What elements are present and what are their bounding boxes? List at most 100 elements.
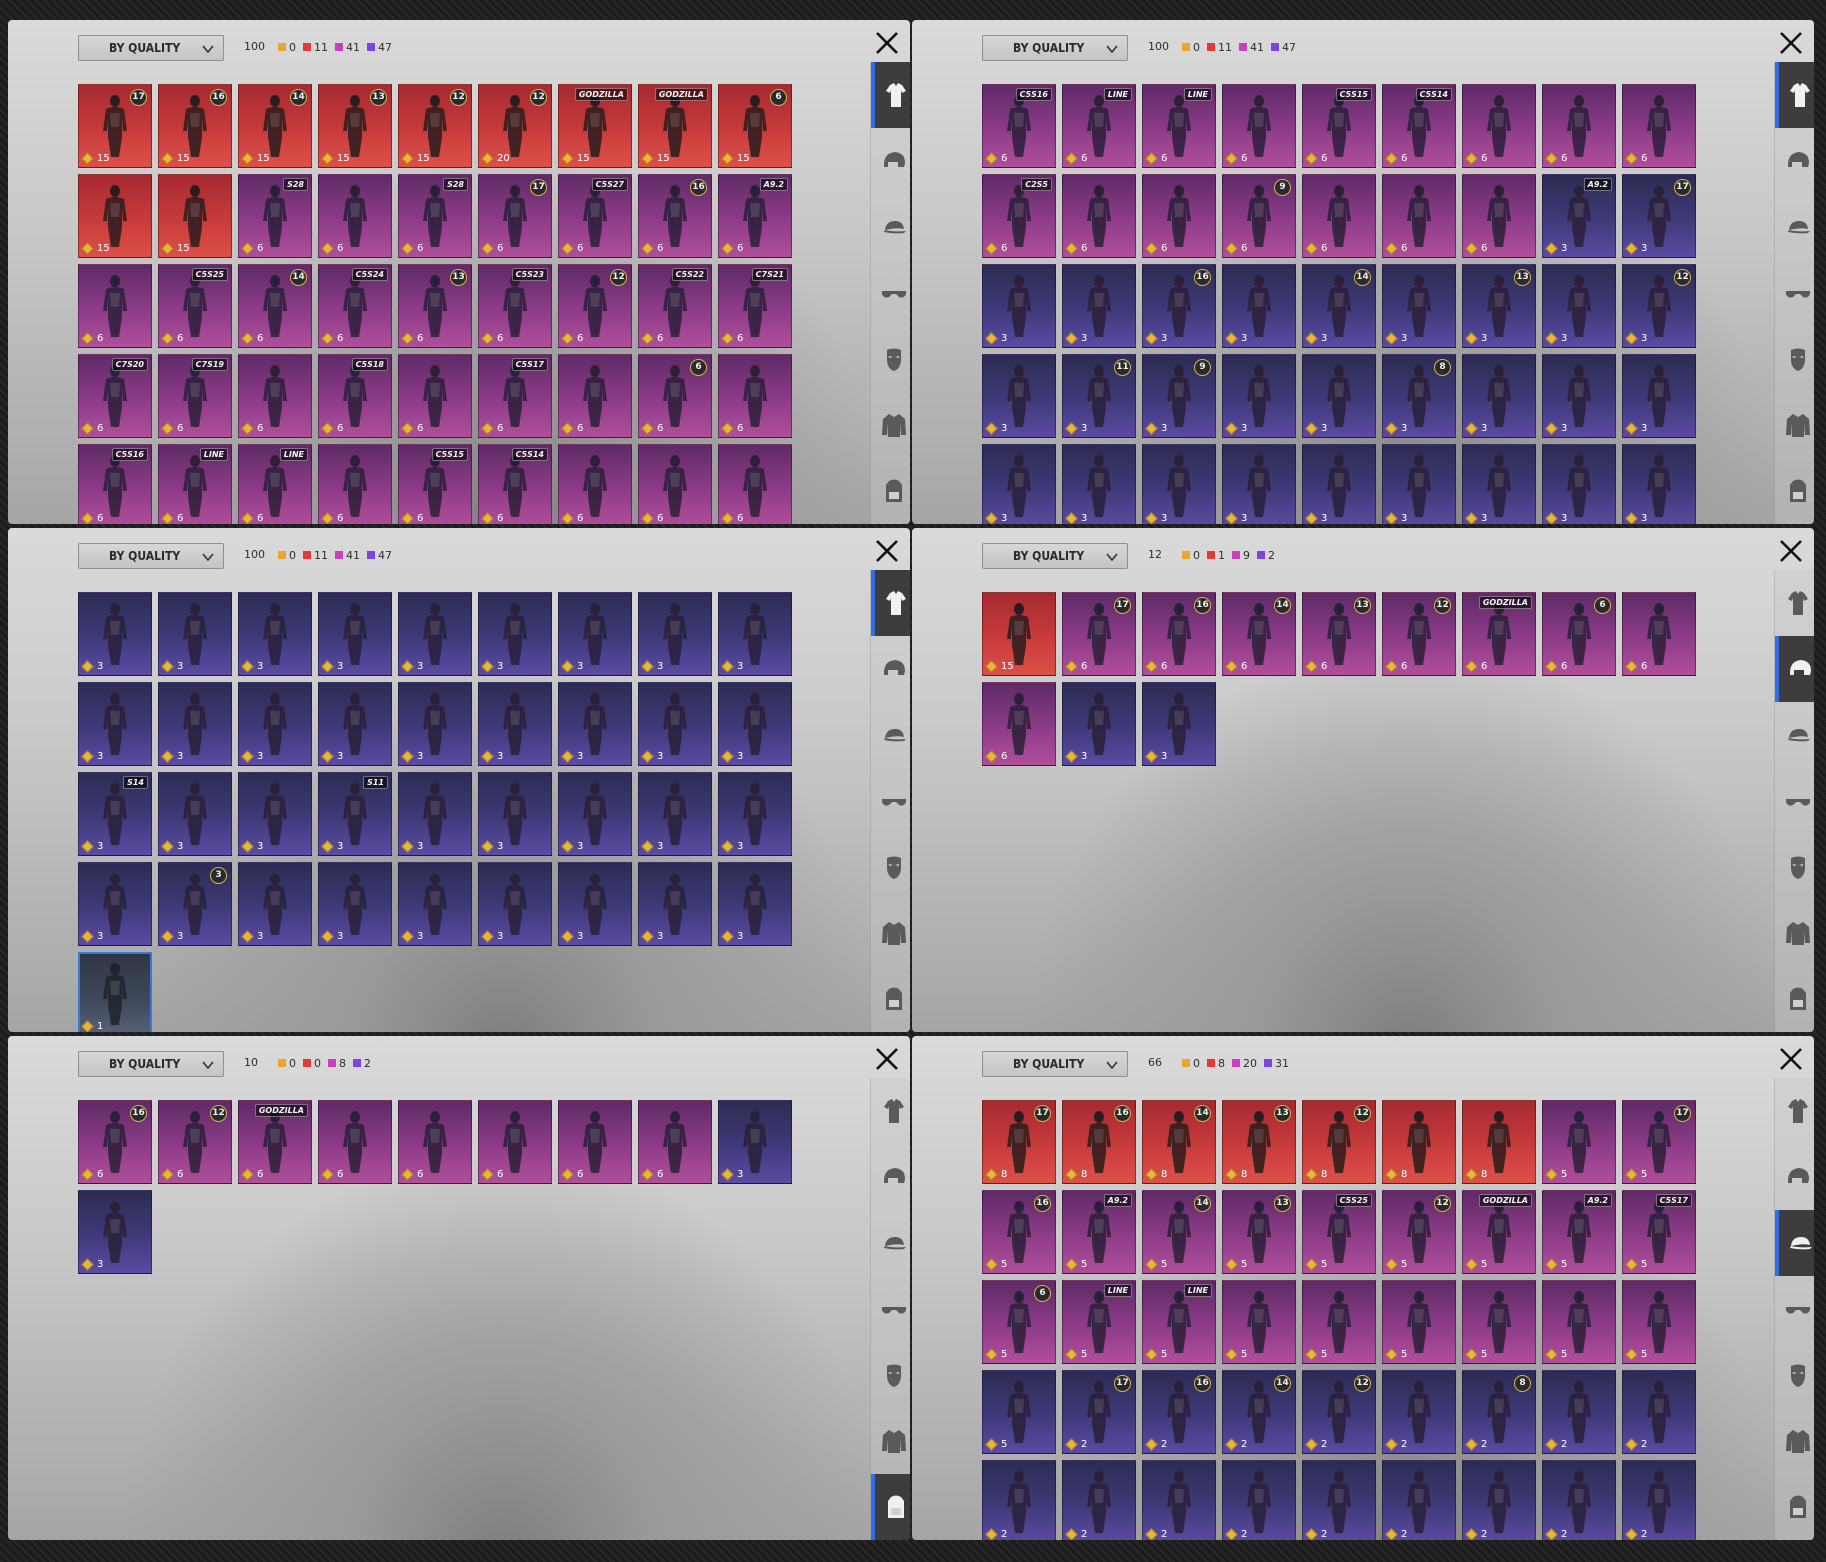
item-card[interactable]: 3	[1222, 264, 1296, 348]
item-card[interactable]: 12 20	[478, 84, 552, 168]
item-card[interactable]: 6 15	[718, 84, 792, 168]
item-card[interactable]: 3	[1622, 444, 1696, 524]
item-card[interactable]: 16 6	[78, 1100, 152, 1184]
item-card[interactable]: 3	[318, 862, 392, 946]
item-card[interactable]: 3	[1462, 444, 1536, 524]
item-card[interactable]: 3	[1622, 354, 1696, 438]
item-card[interactable]: 3	[1462, 354, 1536, 438]
close-button[interactable]	[874, 30, 900, 56]
item-card[interactable]: 14 8	[1142, 1100, 1216, 1184]
item-card[interactable]: 13 3	[1462, 264, 1536, 348]
category-tab[interactable]	[871, 62, 910, 128]
item-card[interactable]: C5S14 6	[478, 444, 552, 524]
item-card[interactable]: 2	[1382, 1460, 1456, 1540]
item-card[interactable]: 14 6	[238, 264, 312, 348]
item-card[interactable]: LINE 6	[238, 444, 312, 524]
item-card[interactable]: C7S19 6	[158, 354, 232, 438]
item-card[interactable]: 83	[1382, 354, 1456, 438]
category-tab[interactable]	[871, 834, 910, 900]
item-card[interactable]: LINE 6	[1062, 84, 1136, 168]
close-button[interactable]	[874, 1046, 900, 1072]
item-card[interactable]: 3	[158, 772, 232, 856]
item-card[interactable]: 17 2	[1062, 1370, 1136, 1454]
item-card[interactable]: LINE 6	[1142, 84, 1216, 168]
category-tab[interactable]	[1775, 1474, 1814, 1540]
item-card[interactable]: 15	[78, 174, 152, 258]
item-card[interactable]: C5S18 6	[318, 354, 392, 438]
item-card[interactable]: C5S17 6	[478, 354, 552, 438]
item-card[interactable]: 3	[238, 772, 312, 856]
item-card[interactable]: C5S16 6	[78, 444, 152, 524]
item-card[interactable]: C5S27 6	[558, 174, 632, 258]
item-card[interactable]: 17 15	[78, 84, 152, 168]
category-tab[interactable]	[871, 768, 910, 834]
close-button[interactable]	[1778, 30, 1804, 56]
category-tab[interactable]	[871, 128, 910, 194]
category-tab[interactable]	[1775, 1078, 1814, 1144]
item-card[interactable]: C5S23 6	[478, 264, 552, 348]
item-card[interactable]: 3	[718, 1100, 792, 1184]
item-card[interactable]: 66	[638, 354, 712, 438]
item-card[interactable]: 5	[982, 1370, 1056, 1454]
category-tab[interactable]	[1775, 1408, 1814, 1474]
item-card[interactable]: 66	[1542, 592, 1616, 676]
item-card[interactable]: 3	[638, 862, 712, 946]
item-card[interactable]: 2	[1542, 1370, 1616, 1454]
category-tab[interactable]	[1775, 834, 1814, 900]
item-card[interactable]: 3	[1382, 444, 1456, 524]
item-card[interactable]: 5	[1622, 1280, 1696, 1364]
item-card[interactable]: 82	[1462, 1370, 1536, 1454]
item-card[interactable]: 5	[1542, 1280, 1616, 1364]
item-card[interactable]: 14 6	[1222, 592, 1296, 676]
item-card[interactable]: 3	[238, 592, 312, 676]
item-card[interactable]: 3	[1302, 354, 1376, 438]
item-card[interactable]: 3	[158, 682, 232, 766]
item-card[interactable]: 3	[982, 444, 1056, 524]
category-tab[interactable]	[1775, 768, 1814, 834]
item-card[interactable]: 5	[1542, 1100, 1616, 1184]
item-card[interactable]: A9.2 6	[718, 174, 792, 258]
item-card[interactable]: 3	[78, 862, 152, 946]
category-tab[interactable]	[871, 194, 910, 260]
item-card[interactable]: 6	[318, 174, 392, 258]
item-card[interactable]: 6	[558, 444, 632, 524]
item-card[interactable]: 3	[478, 682, 552, 766]
item-card[interactable]: 16 6	[638, 174, 712, 258]
item-card[interactable]: 3	[1222, 354, 1296, 438]
category-tab[interactable]	[871, 260, 910, 326]
item-card[interactable]: 6	[558, 354, 632, 438]
item-card[interactable]: GODZILLA 6	[238, 1100, 312, 1184]
item-card[interactable]: A9.2 5	[1062, 1190, 1136, 1274]
item-card[interactable]: 6	[398, 1100, 472, 1184]
item-card[interactable]: C5S14 6	[1382, 84, 1456, 168]
item-card[interactable]: 3	[1062, 444, 1136, 524]
item-card[interactable]: 33	[158, 862, 232, 946]
item-card[interactable]: C7S21 6	[718, 264, 792, 348]
item-card[interactable]: 96	[1222, 174, 1296, 258]
item-card[interactable]: 13 8	[1222, 1100, 1296, 1184]
item-card[interactable]: 2	[1622, 1460, 1696, 1540]
item-card[interactable]: 6	[398, 354, 472, 438]
item-card[interactable]: 14 3	[1302, 264, 1376, 348]
item-card[interactable]: 3	[78, 1190, 152, 1274]
category-tab[interactable]	[1775, 1276, 1814, 1342]
sort-dropdown[interactable]: BY QUALITY	[982, 1051, 1128, 1077]
category-tab[interactable]	[1775, 194, 1814, 260]
item-card[interactable]: 3	[558, 592, 632, 676]
item-card[interactable]: 6	[982, 682, 1056, 766]
item-card[interactable]: S14 3	[78, 772, 152, 856]
item-card[interactable]: 6	[1302, 174, 1376, 258]
item-card[interactable]: 16 6	[1142, 592, 1216, 676]
item-card[interactable]: GODZILLA 15	[558, 84, 632, 168]
item-card[interactable]: 11 3	[1062, 354, 1136, 438]
item-card[interactable]: GODZILLA 15	[638, 84, 712, 168]
item-card[interactable]: 14 15	[238, 84, 312, 168]
item-card[interactable]: 6	[238, 354, 312, 438]
item-card[interactable]: 6	[1382, 174, 1456, 258]
item-card[interactable]: 13 6	[398, 264, 472, 348]
item-card[interactable]: 2	[1382, 1370, 1456, 1454]
item-card[interactable]: A9.2 3	[1542, 174, 1616, 258]
item-card[interactable]: 13 5	[1222, 1190, 1296, 1274]
item-card[interactable]: 3	[318, 592, 392, 676]
item-card[interactable]: 3	[398, 682, 472, 766]
